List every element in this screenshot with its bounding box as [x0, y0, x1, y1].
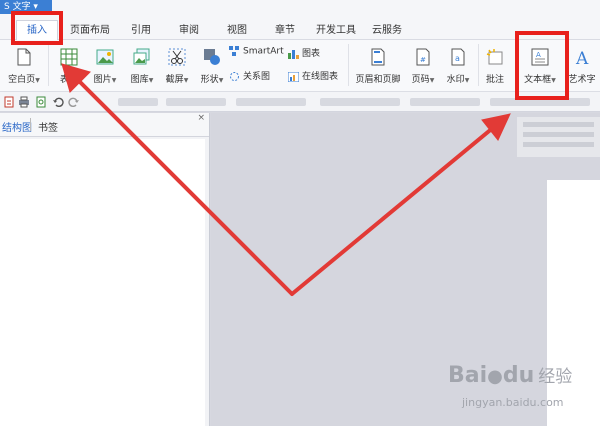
- arrow-to-insert-tab: [70, 72, 294, 296]
- watermark-cn: 经验: [538, 367, 573, 387]
- watermark-logo: Bai●du: [448, 363, 535, 388]
- wps-writer-window: S 文字 ▾ 插入 页面布局 引用 审阅 视图 章节 开发工具 云服务 空白页▼…: [0, 0, 600, 426]
- baidu-jingyan-watermark: Bai●du 经验 jingyan.baidu.com: [448, 362, 573, 409]
- paw-icon: ●: [487, 366, 503, 387]
- watermark-url: jingyan.baidu.com: [462, 396, 564, 409]
- arrow-head-textbox: [481, 113, 511, 141]
- arrow-to-textbox: [290, 120, 502, 296]
